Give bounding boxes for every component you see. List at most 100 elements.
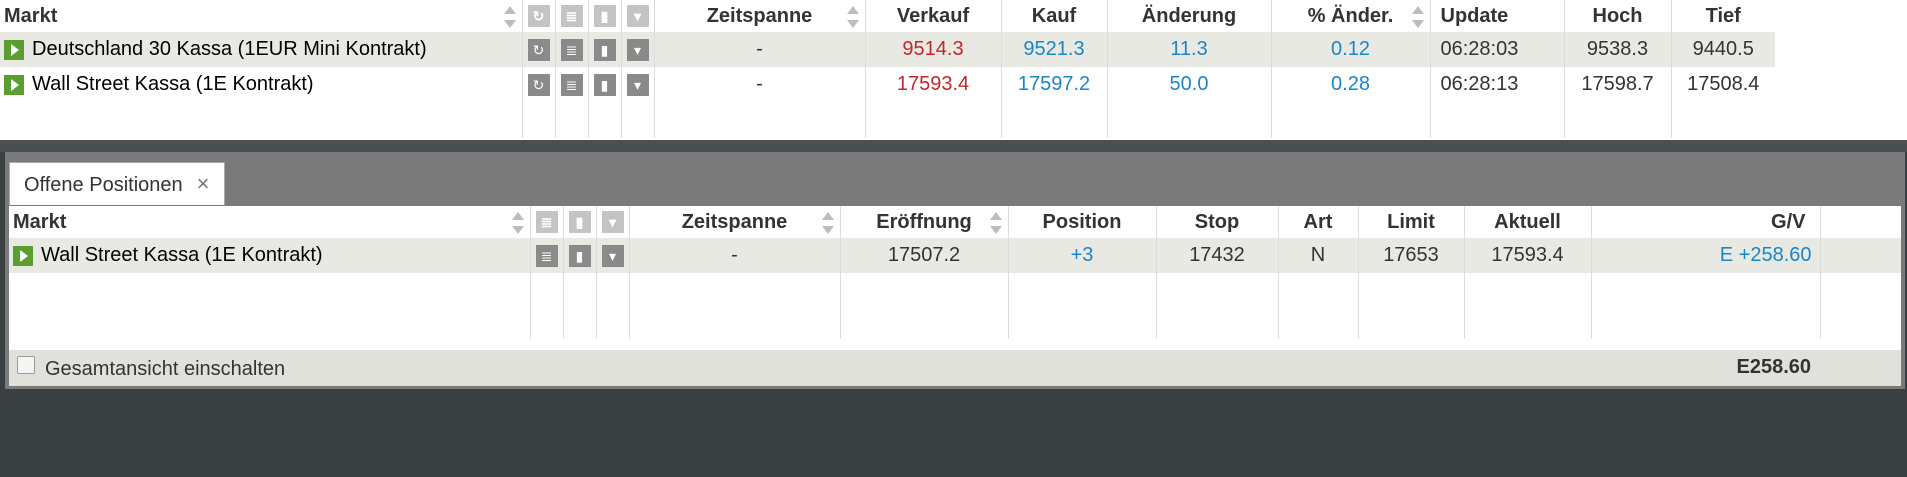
stop-value[interactable]: 17432 (1155, 238, 1278, 273)
refresh-icon[interactable]: ↻ (527, 73, 550, 96)
play-icon[interactable] (4, 39, 24, 60)
col-pct-change-header[interactable]: % Änder. (1270, 0, 1430, 32)
sell-price[interactable]: 17593.4 (864, 67, 1001, 102)
current-price: 17593.4 (1463, 238, 1591, 273)
chart-icon[interactable]: ▮ (568, 244, 591, 267)
tab-label: Offene Positionen (24, 174, 183, 196)
dropdown-icon[interactable]: ▾ (601, 244, 624, 267)
tab-open-positions[interactable]: Offene Positionen × (9, 162, 225, 205)
buy-price[interactable]: 17597.2 (1000, 67, 1107, 102)
positions-header-row: Markt ≣ ▮ ▾ Zeitspanne Eröffnung Positio… (9, 206, 1901, 238)
col-market-header[interactable]: Markt (9, 206, 530, 238)
sort-icon[interactable] (821, 212, 834, 234)
positions-footer: Gesamtansicht einschalten E258.60 (9, 350, 1901, 386)
dropdown-icon: ▾ (601, 211, 624, 234)
profit-loss: E +258.60 (1590, 238, 1820, 273)
chart-icon: ▮ (593, 5, 616, 28)
total-profit-loss: E258.60 (1736, 356, 1811, 378)
col-position-header[interactable]: Position (1007, 206, 1156, 238)
market-cell[interactable]: Wall Street Kassa (1E Kontrakt) (0, 67, 522, 102)
period-cell: - (653, 67, 865, 102)
positions-grid: Markt ≣ ▮ ▾ Zeitspanne Eröffnung Positio… (9, 206, 1901, 386)
sell-price[interactable]: 9514.3 (864, 32, 1001, 67)
col-period-label: Zeitspanne (706, 4, 813, 27)
watchlist-row[interactable]: Deutschland 30 Kassa (1EUR Mini Kontrakt… (0, 32, 1775, 67)
sort-icon[interactable] (511, 212, 524, 234)
chart-icon[interactable]: ▮ (593, 38, 616, 61)
watchlist-header-row: Markt ↻ ≣ ▮ ▾ Zeitspanne Verkauf Kauf Än… (0, 0, 1775, 32)
dropdown-icon[interactable]: ▾ (626, 73, 649, 96)
low-value: 9440.5 (1670, 32, 1775, 67)
buy-price[interactable]: 9521.3 (1000, 32, 1107, 67)
order-type: N (1277, 238, 1358, 273)
market-cell[interactable]: Wall Street Kassa (1E Kontrakt) (9, 238, 530, 273)
change-value: 11.3 (1106, 32, 1271, 67)
sort-icon[interactable] (1411, 6, 1424, 28)
market-name: Wall Street Kassa (1E Kontrakt) (41, 244, 323, 266)
info-icon[interactable]: ≣ (560, 73, 583, 96)
col-type-header[interactable]: Art (1277, 206, 1358, 238)
market-name: Wall Street Kassa (1E Kontrakt) (32, 73, 314, 95)
info-icon[interactable]: ≣ (535, 244, 558, 267)
change-value: 50.0 (1106, 67, 1271, 102)
update-time: 06:28:13 (1429, 67, 1564, 102)
pct-change-value: 0.28 (1270, 67, 1430, 102)
col-market-header[interactable]: Markt (0, 0, 522, 32)
high-value: 17598.7 (1563, 67, 1671, 102)
overview-toggle-label[interactable]: Gesamtansicht einschalten (45, 358, 285, 381)
sort-icon[interactable] (503, 6, 516, 28)
positions-empty-row (9, 273, 1901, 339)
col-open-label: Eröffnung (876, 210, 972, 233)
col-change-header[interactable]: Änderung (1106, 0, 1271, 32)
dropdown-icon: ▾ (626, 5, 649, 28)
col-period-header[interactable]: Zeitspanne (628, 206, 840, 238)
high-value: 9538.3 (1563, 32, 1671, 67)
chart-icon: ▮ (568, 211, 591, 234)
update-time: 06:28:03 (1429, 32, 1564, 67)
col-limit-header[interactable]: Limit (1357, 206, 1464, 238)
market-cell[interactable]: Deutschland 30 Kassa (1EUR Mini Kontrakt… (0, 32, 522, 67)
low-value: 17508.4 (1670, 67, 1775, 102)
col-market-label: Markt (13, 210, 67, 233)
col-period-label: Zeitspanne (681, 210, 788, 233)
sort-icon[interactable] (846, 6, 859, 28)
position-row[interactable]: Wall Street Kassa (1E Kontrakt) ≣ ▮ ▾ - … (9, 238, 1901, 273)
col-market-label: Markt (4, 4, 58, 27)
col-period-header[interactable]: Zeitspanne (653, 0, 865, 32)
positions-table: Markt ≣ ▮ ▾ Zeitspanne Eröffnung Positio… (9, 206, 1901, 339)
col-pct-change-label: % Änder. (1307, 4, 1394, 27)
period-cell: - (653, 32, 865, 67)
period-cell: - (628, 238, 840, 273)
col-current-header[interactable]: Aktuell (1463, 206, 1591, 238)
play-icon[interactable] (13, 245, 33, 266)
chart-icon[interactable]: ▮ (593, 73, 616, 96)
col-sell-header[interactable]: Verkauf (864, 0, 1001, 32)
refresh-icon: ↻ (527, 5, 550, 28)
col-stop-header[interactable]: Stop (1155, 206, 1278, 238)
positions-panel: Offene Positionen × Markt ≣ ▮ ▾ Zeitspann… (5, 152, 1905, 389)
close-icon[interactable]: × (197, 171, 210, 196)
watchlist-row[interactable]: Wall Street Kassa (1E Kontrakt) ↻ ≣ ▮ ▾ … (0, 67, 1775, 102)
panel-splitter[interactable] (0, 140, 1907, 152)
col-low-header[interactable]: Tief (1670, 0, 1775, 32)
info-icon: ≣ (560, 5, 583, 28)
watchlist-table: Markt ↻ ≣ ▮ ▾ Zeitspanne Verkauf Kauf Än… (0, 0, 1775, 138)
col-buy-header[interactable]: Kauf (1000, 0, 1107, 32)
market-name: Deutschland 30 Kassa (1EUR Mini Kontrakt… (32, 38, 427, 60)
overview-checkbox[interactable] (17, 356, 35, 374)
col-pl-header[interactable]: G/V (1590, 206, 1820, 238)
info-icon[interactable]: ≣ (560, 38, 583, 61)
watchlist-panel: Markt ↻ ≣ ▮ ▾ Zeitspanne Verkauf Kauf Än… (0, 0, 1907, 140)
dropdown-icon[interactable]: ▾ (626, 38, 649, 61)
play-icon[interactable] (4, 74, 24, 95)
open-price: 17507.2 (839, 238, 1008, 273)
refresh-icon[interactable]: ↻ (527, 38, 550, 61)
watchlist-empty-row (0, 102, 1775, 138)
col-update-header[interactable]: Update (1429, 0, 1564, 32)
pct-change-value: 0.12 (1270, 32, 1430, 67)
col-high-header[interactable]: Hoch (1563, 0, 1671, 32)
sort-icon[interactable] (989, 212, 1002, 234)
position-size[interactable]: +3 (1007, 238, 1156, 273)
limit-value[interactable]: 17653 (1357, 238, 1464, 273)
col-open-header[interactable]: Eröffnung (839, 206, 1008, 238)
